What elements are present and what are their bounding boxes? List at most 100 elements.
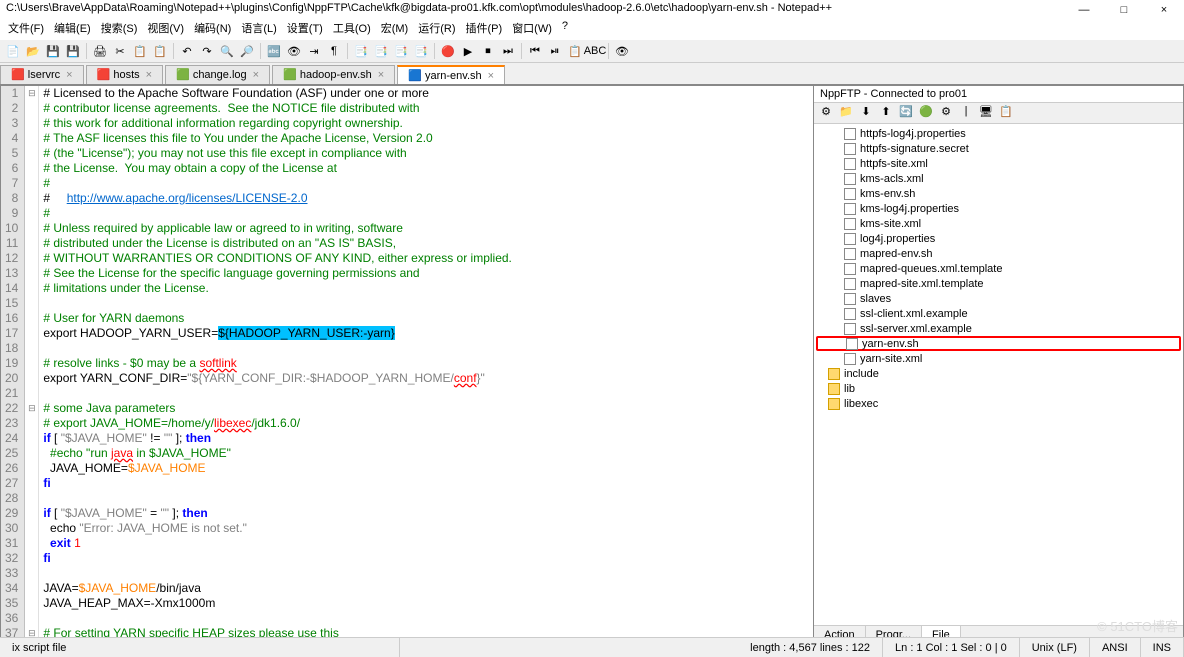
ftp-file-label: yarn-env.sh xyxy=(862,338,919,350)
menu-item[interactable]: 语言(L) xyxy=(237,18,280,38)
file-icon xyxy=(844,353,856,365)
ftp-file-item[interactable]: yarn-site.xml xyxy=(816,351,1181,366)
toolbar-button[interactable]: ⇥ xyxy=(305,42,323,60)
code-editor[interactable]: 1234567891011121314151617181920212223242… xyxy=(1,86,813,644)
toolbar-button[interactable]: 💾 xyxy=(64,42,82,60)
ftp-file-item[interactable]: libexec xyxy=(816,396,1181,411)
toolbar-button[interactable]: ⏮ xyxy=(526,42,544,60)
tab-close-icon[interactable]: × xyxy=(253,69,259,81)
ftp-file-item[interactable]: mapred-queues.xml.template xyxy=(816,261,1181,276)
toolbar-button[interactable]: ¶ xyxy=(325,42,343,60)
toolbar-button[interactable]: 📋 xyxy=(566,42,584,60)
ftp-file-item[interactable]: httpfs-log4j.properties xyxy=(816,126,1181,141)
ftp-toolbar-icon[interactable]: ⬆ xyxy=(878,105,894,121)
toolbar-button[interactable]: 💾 xyxy=(44,42,62,60)
toolbar-button[interactable]: ↶ xyxy=(178,42,196,60)
menu-item[interactable]: ? xyxy=(558,18,572,38)
nppftp-file-tree[interactable]: httpfs-log4j.propertieshttpfs-signature.… xyxy=(814,124,1183,625)
file-tab[interactable]: 🟥 lservrc× xyxy=(0,65,84,84)
main-toolbar: 📄📂💾💾🖨✂📋📋↶↷🔍🔎🔤👁⇥¶📑📑📑📑🔴▶⏹⏭⏮⏯📋ABC👁 xyxy=(0,40,1184,63)
window-minimize[interactable]: — xyxy=(1064,0,1104,20)
ftp-file-label: lib xyxy=(844,383,855,395)
ftp-file-label: slaves xyxy=(860,293,891,305)
ftp-toolbar-icon[interactable]: ⬇ xyxy=(858,105,874,121)
ftp-file-item[interactable]: slaves xyxy=(816,291,1181,306)
ftp-file-item[interactable]: kms-log4j.properties xyxy=(816,201,1181,216)
folder-icon xyxy=(828,398,840,410)
toolbar-button[interactable]: ⏭ xyxy=(499,42,517,60)
nppftp-toolbar: ⚙📁⬇⬆🔄🟢⚙|🖥📋 xyxy=(814,103,1183,124)
ftp-file-item[interactable]: yarn-env.sh xyxy=(816,336,1181,351)
window-close[interactable]: × xyxy=(1144,0,1184,20)
toolbar-button[interactable]: 📂 xyxy=(24,42,42,60)
toolbar-button[interactable]: 📑 xyxy=(392,42,410,60)
toolbar-button[interactable]: ⏯ xyxy=(546,42,564,60)
toolbar-button[interactable]: ABC xyxy=(586,42,604,60)
window-maximize[interactable]: □ xyxy=(1104,0,1144,20)
toolbar-button[interactable]: 📋 xyxy=(151,42,169,60)
file-icon xyxy=(844,158,856,170)
file-tab[interactable]: 🟩 change.log× xyxy=(165,65,270,84)
toolbar-button[interactable]: 🔤 xyxy=(265,42,283,60)
menu-item[interactable]: 搜索(S) xyxy=(97,18,142,38)
menu-item[interactable]: 文件(F) xyxy=(4,18,48,38)
ftp-file-item[interactable]: httpfs-site.xml xyxy=(816,156,1181,171)
file-tabs: 🟥 lservrc×🟥 hosts×🟩 change.log×🟩 hadoop-… xyxy=(0,63,1184,85)
menu-item[interactable]: 宏(M) xyxy=(377,18,413,38)
ftp-file-item[interactable]: httpfs-signature.secret xyxy=(816,141,1181,156)
toolbar-button[interactable]: ▶ xyxy=(459,42,477,60)
toolbar-button[interactable]: 🔎 xyxy=(238,42,256,60)
menu-item[interactable]: 运行(R) xyxy=(414,18,459,38)
ftp-file-item[interactable]: include xyxy=(816,366,1181,381)
file-icon xyxy=(844,128,856,140)
file-tab[interactable]: 🟥 hosts× xyxy=(86,65,163,84)
toolbar-button[interactable]: ⏹ xyxy=(479,42,497,60)
tab-close-icon[interactable]: × xyxy=(66,69,72,81)
ftp-file-item[interactable]: kms-env.sh xyxy=(816,186,1181,201)
tab-close-icon[interactable]: × xyxy=(146,69,152,81)
file-icon xyxy=(844,203,856,215)
toolbar-button[interactable]: 📑 xyxy=(412,42,430,60)
toolbar-button[interactable]: ✂ xyxy=(111,42,129,60)
ftp-toolbar-icon[interactable]: 🟢 xyxy=(918,105,934,121)
file-icon xyxy=(844,308,856,320)
file-tab[interactable]: 🟦 yarn-env.sh× xyxy=(397,65,505,84)
ftp-toolbar-icon[interactable]: | xyxy=(958,105,974,121)
toolbar-button[interactable]: 📄 xyxy=(4,42,22,60)
ftp-toolbar-icon[interactable]: 🖥 xyxy=(978,105,994,121)
menu-item[interactable]: 设置(T) xyxy=(283,18,327,38)
ftp-file-item[interactable]: kms-acls.xml xyxy=(816,171,1181,186)
ftp-toolbar-icon[interactable]: 📁 xyxy=(838,105,854,121)
file-tab[interactable]: 🟩 hadoop-env.sh× xyxy=(272,65,395,84)
menu-item[interactable]: 工具(O) xyxy=(329,18,375,38)
menu-item[interactable]: 窗口(W) xyxy=(508,18,556,38)
toolbar-button[interactable]: 📑 xyxy=(352,42,370,60)
ftp-toolbar-icon[interactable]: ⚙ xyxy=(938,105,954,121)
ftp-toolbar-icon[interactable]: ⚙ xyxy=(818,105,834,121)
ftp-file-item[interactable]: mapred-env.sh xyxy=(816,246,1181,261)
ftp-toolbar-icon[interactable]: 🔄 xyxy=(898,105,914,121)
ftp-file-item[interactable]: mapred-site.xml.template xyxy=(816,276,1181,291)
ftp-file-item[interactable]: ssl-client.xml.example xyxy=(816,306,1181,321)
ftp-toolbar-icon[interactable]: 📋 xyxy=(998,105,1014,121)
toolbar-button[interactable]: 📑 xyxy=(372,42,390,60)
menu-item[interactable]: 编码(N) xyxy=(190,18,235,38)
menu-item[interactable]: 编辑(E) xyxy=(50,18,95,38)
menu-item[interactable]: 视图(V) xyxy=(143,18,188,38)
tab-close-icon[interactable]: × xyxy=(488,70,494,82)
ftp-file-item[interactable]: lib xyxy=(816,381,1181,396)
toolbar-button[interactable]: 🔴 xyxy=(439,42,457,60)
toolbar-button[interactable]: 👁 xyxy=(285,42,303,60)
status-length: length : 4,567 lines : 122 xyxy=(738,638,883,657)
ftp-file-item[interactable]: kms-site.xml xyxy=(816,216,1181,231)
toolbar-button[interactable]: 🔍 xyxy=(218,42,236,60)
tab-close-icon[interactable]: × xyxy=(378,69,384,81)
toolbar-button[interactable]: 👁 xyxy=(613,42,631,60)
ftp-file-item[interactable]: log4j.properties xyxy=(816,231,1181,246)
menu-item[interactable]: 插件(P) xyxy=(462,18,507,38)
toolbar-button[interactable]: 📋 xyxy=(131,42,149,60)
file-icon xyxy=(844,233,856,245)
ftp-file-item[interactable]: ssl-server.xml.example xyxy=(816,321,1181,336)
toolbar-button[interactable]: 🖨 xyxy=(91,42,109,60)
toolbar-button[interactable]: ↷ xyxy=(198,42,216,60)
